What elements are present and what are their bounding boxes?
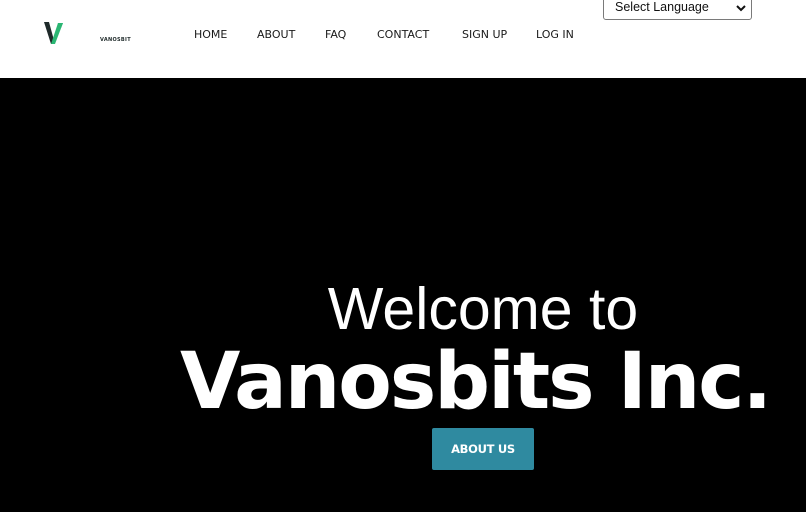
hero-company-name: Vanosbits Inc. [180, 337, 772, 427]
logo-wordmark: VANOSBIT [100, 37, 131, 43]
language-select[interactable]: Select Language [603, 0, 752, 20]
nav-home[interactable]: HOME [194, 27, 227, 43]
nav-faq[interactable]: FAQ [325, 27, 346, 43]
hero-section: Welcome to Vanosbits Inc. ABOUT US [0, 78, 806, 512]
site-logo[interactable]: VANOSBIT [44, 22, 131, 46]
vanosbit-logo-icon [44, 22, 63, 44]
about-us-button[interactable]: ABOUT US [432, 428, 534, 470]
nav-contact[interactable]: CONTACT [377, 27, 429, 43]
nav-signup[interactable]: SIGN UP [462, 27, 507, 43]
chevron-down-icon [736, 5, 746, 12]
site-header: VANOSBIT HOME ABOUT FAQ CONTACT SIGN UP … [0, 0, 806, 78]
nav-login[interactable]: LOG IN [536, 27, 574, 43]
nav-about[interactable]: ABOUT [257, 27, 295, 43]
hero-welcome-text: Welcome to [327, 276, 639, 342]
language-select-value: Select Language [615, 0, 709, 14]
